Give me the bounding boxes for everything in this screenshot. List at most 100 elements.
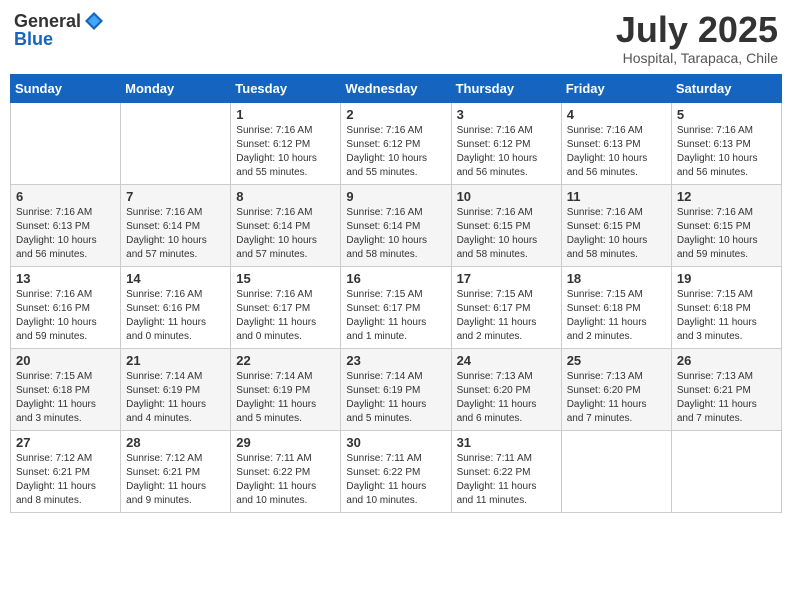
day-number: 22 [236, 353, 335, 368]
day-info: Sunrise: 7:16 AMSunset: 6:16 PMDaylight:… [126, 288, 225, 344]
weekday-header-friday: Friday [561, 74, 671, 102]
calendar-cell [121, 102, 231, 184]
day-info: Sunrise: 7:16 AMSunset: 6:13 PMDaylight:… [677, 124, 776, 180]
day-number: 20 [16, 353, 115, 368]
day-number: 21 [126, 353, 225, 368]
calendar-cell: 19Sunrise: 7:15 AMSunset: 6:18 PMDayligh… [671, 266, 781, 348]
weekday-header-row: SundayMondayTuesdayWednesdayThursdayFrid… [11, 74, 782, 102]
weekday-header-wednesday: Wednesday [341, 74, 451, 102]
calendar-cell: 17 Sunrise: 7:15 AMSunset: 6:17 PMDayligh… [451, 266, 561, 348]
day-info: Sunrise: 7:12 AMSunset: 6:21 PMDaylight:… [16, 452, 115, 508]
day-number: 5 [677, 107, 776, 122]
day-info: Sunrise: 7:16 AMSunset: 6:12 PMDaylight:… [457, 124, 556, 180]
day-number: 18 [567, 271, 666, 286]
calendar-cell: 1 Sunrise: 7:16 AMSunset: 6:12 PMDaylight… [231, 102, 341, 184]
day-number: 8 [236, 189, 335, 204]
day-info: Sunrise: 7:15 AMSunset: 6:18 PMDaylight:… [677, 288, 776, 344]
page-subtitle: Hospital, Tarapaca, Chile [616, 50, 778, 66]
day-info: Sunrise: 7:13 AMSunset: 6:21 PMDaylight:… [677, 370, 776, 426]
day-info: Sunrise: 7:16 AMSunset: 6:13 PMDaylight:… [567, 124, 666, 180]
calendar-cell: 29 Sunrise: 7:11 AMSunset: 6:22 PMDayligh… [231, 430, 341, 512]
calendar-cell [11, 102, 121, 184]
calendar-cell: 25Sunrise: 7:13 AMSunset: 6:20 PMDayligh… [561, 348, 671, 430]
day-number: 24 [457, 353, 556, 368]
calendar-cell: 27 Sunrise: 7:12 AMSunset: 6:21 PMDayligh… [11, 430, 121, 512]
day-info: Sunrise: 7:16 AMSunset: 6:15 PMDaylight:… [567, 206, 666, 262]
calendar-cell: 11 Sunrise: 7:16 AMSunset: 6:15 PMDayligh… [561, 184, 671, 266]
week-row-1: 1 Sunrise: 7:16 AMSunset: 6:12 PMDaylight… [11, 102, 782, 184]
calendar-cell: 2 Sunrise: 7:16 AMSunset: 6:12 PMDaylight… [341, 102, 451, 184]
day-info: Sunrise: 7:14 AMSunset: 6:19 PMDaylight:… [236, 370, 335, 426]
day-info: Sunrise: 7:13 AMSunset: 6:20 PMDaylight:… [567, 370, 666, 426]
day-info: Sunrise: 7:16 AMSunset: 6:12 PMDaylight:… [346, 124, 445, 180]
day-number: 26 [677, 353, 776, 368]
day-number: 27 [16, 435, 115, 450]
day-info: Sunrise: 7:16 AMSunset: 6:14 PMDaylight:… [346, 206, 445, 262]
calendar-cell: 24Sunrise: 7:13 AMSunset: 6:20 PMDayligh… [451, 348, 561, 430]
day-number: 13 [16, 271, 115, 286]
day-number: 2 [346, 107, 445, 122]
day-number: 1 [236, 107, 335, 122]
day-info: Sunrise: 7:11 AMSunset: 6:22 PMDaylight:… [236, 452, 335, 508]
day-number: 30 [346, 435, 445, 450]
calendar-cell [671, 430, 781, 512]
calendar-cell: 6 Sunrise: 7:16 AMSunset: 6:13 PMDaylight… [11, 184, 121, 266]
weekday-header-monday: Monday [121, 74, 231, 102]
calendar-cell: 16Sunrise: 7:15 AMSunset: 6:17 PMDayligh… [341, 266, 451, 348]
calendar-cell [561, 430, 671, 512]
calendar-cell: 15 Sunrise: 7:16 AMSunset: 6:17 PMDayligh… [231, 266, 341, 348]
day-number: 14 [126, 271, 225, 286]
day-number: 15 [236, 271, 335, 286]
calendar-cell: 13Sunrise: 7:16 AMSunset: 6:16 PMDayligh… [11, 266, 121, 348]
day-number: 29 [236, 435, 335, 450]
calendar-cell: 31 Sunrise: 7:11 AMSunset: 6:22 PMDayligh… [451, 430, 561, 512]
week-row-2: 6 Sunrise: 7:16 AMSunset: 6:13 PMDaylight… [11, 184, 782, 266]
day-info: Sunrise: 7:15 AMSunset: 6:17 PMDaylight:… [457, 288, 556, 344]
day-number: 7 [126, 189, 225, 204]
calendar-cell: 3 Sunrise: 7:16 AMSunset: 6:12 PMDaylight… [451, 102, 561, 184]
day-info: Sunrise: 7:15 AMSunset: 6:18 PMDaylight:… [16, 370, 115, 426]
day-info: Sunrise: 7:16 AMSunset: 6:13 PMDaylight:… [16, 206, 115, 262]
page-title: July 2025 [616, 10, 778, 50]
day-number: 31 [457, 435, 556, 450]
title-block: July 2025 Hospital, Tarapaca, Chile [616, 10, 778, 66]
calendar-cell: 26 Sunrise: 7:13 AMSunset: 6:21 PMDayligh… [671, 348, 781, 430]
day-number: 16 [346, 271, 445, 286]
calendar-cell: 7Sunrise: 7:16 AMSunset: 6:14 PMDaylight… [121, 184, 231, 266]
day-info: Sunrise: 7:14 AMSunset: 6:19 PMDaylight:… [126, 370, 225, 426]
day-number: 11 [567, 189, 666, 204]
day-number: 28 [126, 435, 225, 450]
day-number: 4 [567, 107, 666, 122]
logo-flag-icon [83, 10, 105, 32]
day-number: 12 [677, 189, 776, 204]
day-info: Sunrise: 7:12 AMSunset: 6:21 PMDaylight:… [126, 452, 225, 508]
calendar-table: SundayMondayTuesdayWednesdayThursdayFrid… [10, 74, 782, 513]
day-info: Sunrise: 7:16 AMSunset: 6:12 PMDaylight:… [236, 124, 335, 180]
calendar-cell: 14 Sunrise: 7:16 AMSunset: 6:16 PMDayligh… [121, 266, 231, 348]
day-info: Sunrise: 7:11 AMSunset: 6:22 PMDaylight:… [457, 452, 556, 508]
calendar-cell: 5 Sunrise: 7:16 AMSunset: 6:13 PMDaylight… [671, 102, 781, 184]
calendar-cell: 21 Sunrise: 7:14 AMSunset: 6:19 PMDayligh… [121, 348, 231, 430]
weekday-header-tuesday: Tuesday [231, 74, 341, 102]
weekday-header-thursday: Thursday [451, 74, 561, 102]
day-number: 6 [16, 189, 115, 204]
week-row-4: 20 Sunrise: 7:15 AMSunset: 6:18 PMDayligh… [11, 348, 782, 430]
calendar-cell: 9Sunrise: 7:16 AMSunset: 6:14 PMDaylight… [341, 184, 451, 266]
calendar-cell: 4 Sunrise: 7:16 AMSunset: 6:13 PMDaylight… [561, 102, 671, 184]
weekday-header-saturday: Saturday [671, 74, 781, 102]
day-number: 3 [457, 107, 556, 122]
weekday-header-sunday: Sunday [11, 74, 121, 102]
day-info: Sunrise: 7:16 AMSunset: 6:17 PMDaylight:… [236, 288, 335, 344]
logo-general-text: General [14, 12, 81, 30]
calendar-cell: 8 Sunrise: 7:16 AMSunset: 6:14 PMDaylight… [231, 184, 341, 266]
week-row-5: 27 Sunrise: 7:12 AMSunset: 6:21 PMDayligh… [11, 430, 782, 512]
calendar-cell: 20 Sunrise: 7:15 AMSunset: 6:18 PMDayligh… [11, 348, 121, 430]
day-number: 10 [457, 189, 556, 204]
calendar-cell: 30Sunrise: 7:11 AMSunset: 6:22 PMDayligh… [341, 430, 451, 512]
day-info: Sunrise: 7:14 AMSunset: 6:19 PMDaylight:… [346, 370, 445, 426]
calendar-cell: 10Sunrise: 7:16 AMSunset: 6:15 PMDayligh… [451, 184, 561, 266]
logo-blue-text: Blue [14, 30, 53, 48]
day-number: 17 [457, 271, 556, 286]
day-info: Sunrise: 7:16 AMSunset: 6:14 PMDaylight:… [236, 206, 335, 262]
day-info: Sunrise: 7:15 AMSunset: 6:18 PMDaylight:… [567, 288, 666, 344]
